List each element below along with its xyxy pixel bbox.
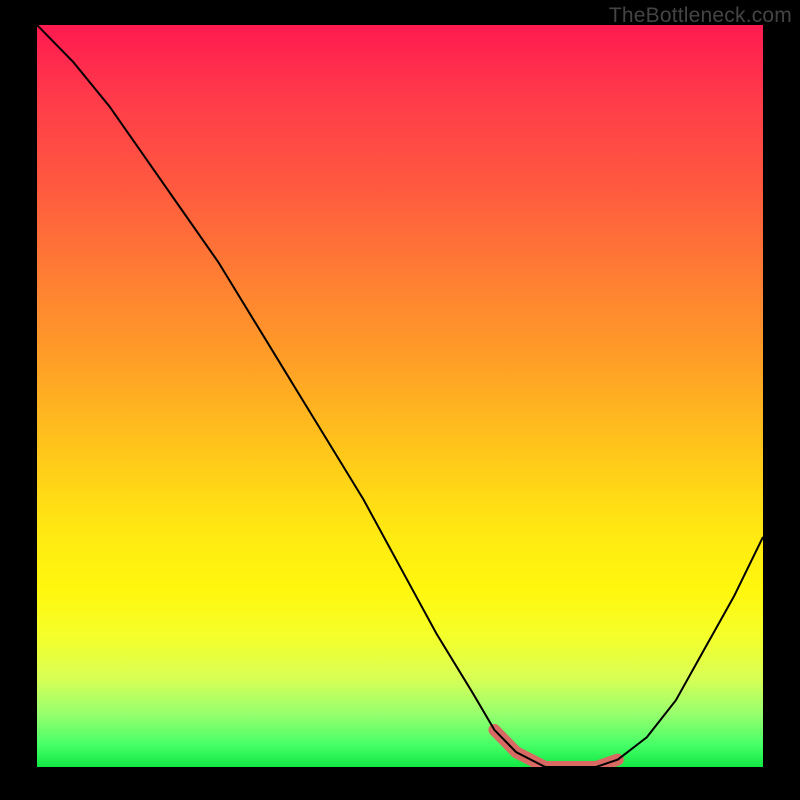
curve-overlay bbox=[37, 25, 763, 767]
chart-frame: TheBottleneck.com bbox=[0, 0, 800, 800]
watermark-text: TheBottleneck.com bbox=[609, 4, 792, 28]
bottleneck-curve bbox=[37, 25, 763, 767]
